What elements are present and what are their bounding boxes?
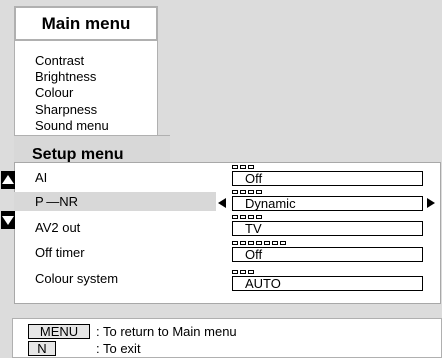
n-key[interactable]: N <box>28 341 56 356</box>
scroll-up-button[interactable] <box>1 171 15 189</box>
main-menu-item-sharpness[interactable]: Sharpness <box>35 102 97 118</box>
scroll-down-button[interactable] <box>1 211 15 229</box>
up-arrow-icon <box>2 175 14 184</box>
menu-key[interactable]: MENU <box>28 324 90 339</box>
av2-out-level-indicator <box>232 215 262 219</box>
off-timer-level-indicator <box>232 241 286 245</box>
setup-item-ai[interactable]: AI <box>35 170 47 186</box>
setup-item-colour-system[interactable]: Colour system <box>35 271 118 287</box>
ai-level-indicator <box>232 165 254 169</box>
main-menu-title: Main menu <box>14 6 158 41</box>
colour-system-level-indicator <box>232 270 254 274</box>
right-arrow-icon[interactable] <box>427 198 435 208</box>
n-key-hint: : To exit <box>96 341 141 356</box>
menu-key-hint: : To return to Main menu <box>96 324 237 339</box>
main-menu-item-sound-menu[interactable]: Sound menu <box>35 118 109 134</box>
setup-item-av2-out[interactable]: AV2 out <box>35 220 80 236</box>
pnr-level-indicator <box>232 190 262 194</box>
off-timer-value-field[interactable]: Off <box>232 247 423 262</box>
main-menu-item-contrast[interactable]: Contrast <box>35 53 84 69</box>
pnr-value-field[interactable]: Dynamic <box>232 196 423 211</box>
av2-out-value-field[interactable]: TV <box>232 221 423 236</box>
setup-item-pnr[interactable]: P —NR <box>35 194 78 210</box>
colour-system-value-field[interactable]: AUTO <box>232 276 423 291</box>
down-arrow-icon <box>2 216 14 225</box>
ai-value-field[interactable]: Off <box>232 171 423 186</box>
setup-item-off-timer[interactable]: Off timer <box>35 245 85 261</box>
main-menu-item-colour[interactable]: Colour <box>35 85 73 101</box>
main-menu-item-brightness[interactable]: Brightness <box>35 69 96 85</box>
left-arrow-icon[interactable] <box>218 198 226 208</box>
